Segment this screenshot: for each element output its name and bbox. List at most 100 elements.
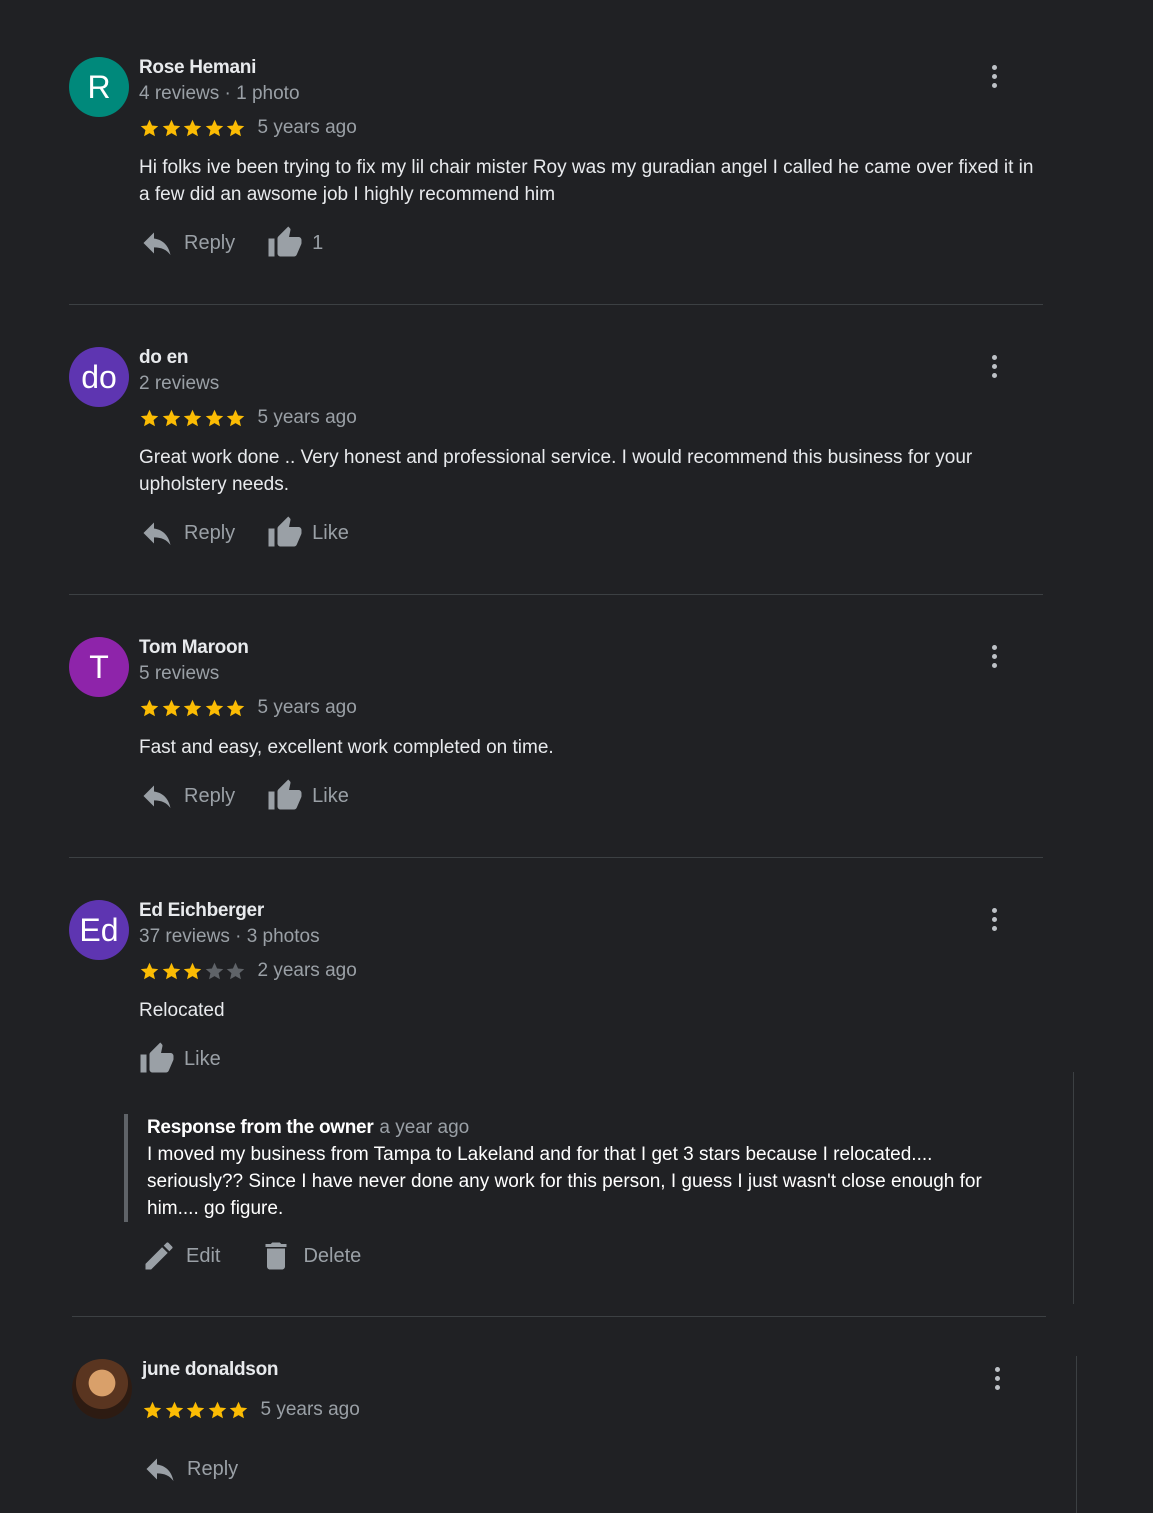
delete-label: Delete xyxy=(303,1244,362,1267)
reply-arrow-icon xyxy=(143,522,171,545)
star-rating xyxy=(139,118,247,139)
avatar[interactable]: T xyxy=(69,637,129,697)
reply-arrow-icon xyxy=(146,1458,174,1481)
reviewer-meta[interactable]: 4 reviews · 1 photo xyxy=(139,83,300,105)
thumbs-up-icon xyxy=(140,1042,174,1073)
scrollbar-track[interactable] xyxy=(1076,1356,1088,1513)
star-rating xyxy=(142,1400,250,1421)
like-count: 1 xyxy=(312,231,324,254)
more-options-button[interactable] xyxy=(983,61,1005,91)
reviewer-name[interactable]: Tom Maroon xyxy=(139,637,249,659)
reply-label: Reply xyxy=(184,231,236,254)
star-filled-icon xyxy=(162,119,180,136)
more-vert-icon xyxy=(991,644,997,650)
reviewer-name[interactable]: Ed Eichberger xyxy=(139,900,264,922)
review-date: 5 years ago xyxy=(257,407,357,428)
star-filled-icon xyxy=(226,119,245,136)
scrollbar-track[interactable] xyxy=(1073,1072,1085,1304)
reply-button[interactable]: Reply xyxy=(139,515,235,551)
like-button[interactable]: Like xyxy=(139,1041,221,1077)
star-rating xyxy=(139,698,247,719)
review-date: 2 years ago xyxy=(257,960,357,981)
rating-row: 5 years ago xyxy=(139,697,357,719)
review-card: june donaldson 5 years ago Reply xyxy=(72,1359,1046,1509)
review-text: Hi folks ive been trying to fix my lil c… xyxy=(139,157,1034,205)
like-label: Like xyxy=(184,1047,221,1070)
review-text: Relocated xyxy=(139,1000,225,1021)
rating-row: 5 years ago xyxy=(139,407,357,429)
star-filled-icon xyxy=(162,699,180,716)
avatar[interactable]: R xyxy=(69,57,129,117)
star-rating xyxy=(139,408,247,429)
more-vert-icon xyxy=(991,354,997,360)
star-filled-icon xyxy=(183,962,202,979)
star-filled-icon xyxy=(165,1401,183,1418)
star-filled-icon xyxy=(205,119,223,136)
star-rating xyxy=(139,961,247,982)
star-filled-icon xyxy=(140,962,159,979)
reply-button[interactable]: Reply xyxy=(139,225,235,261)
more-options-button[interactable] xyxy=(986,1363,1008,1393)
review-card: do do en 2 reviews 5 years ago Great wor… xyxy=(69,347,1043,577)
delete-button[interactable]: Delete xyxy=(258,1238,361,1274)
more-options-button[interactable] xyxy=(983,641,1005,671)
review-date: 5 years ago xyxy=(257,697,357,718)
edit-label: Edit xyxy=(186,1244,221,1267)
review-card: R Rose Hemani 4 reviews · 1 photo 5 year… xyxy=(69,57,1043,287)
owner-response: Response from the owner a year ago I move… xyxy=(124,1114,1007,1222)
rating-row: 5 years ago xyxy=(142,1399,360,1421)
reply-arrow-icon xyxy=(143,785,171,808)
like-button[interactable]: Like xyxy=(267,515,349,551)
reviewer-name[interactable]: june donaldson xyxy=(142,1359,278,1381)
more-vert-icon xyxy=(991,64,997,70)
review-card: T Tom Maroon 5 reviews 5 years ago Fast … xyxy=(69,637,1043,837)
reviewer-name[interactable]: Rose Hemani xyxy=(139,57,256,79)
star-filled-icon xyxy=(226,409,245,426)
owner-response-actions: Edit Delete xyxy=(141,1238,393,1274)
review-text: Fast and easy, excellent work completed … xyxy=(139,737,554,758)
star-filled-icon xyxy=(186,1401,205,1418)
review-date: 5 years ago xyxy=(260,1399,360,1420)
avatar[interactable]: do xyxy=(69,347,129,407)
star-filled-icon xyxy=(140,409,159,426)
divider xyxy=(69,857,1043,858)
trash-icon xyxy=(265,1242,287,1270)
thumbs-up-icon xyxy=(268,516,302,547)
rating-row: 5 years ago xyxy=(139,117,357,139)
more-options-button[interactable] xyxy=(983,904,1005,934)
reviewer-name[interactable]: do en xyxy=(139,347,188,369)
edit-button[interactable]: Edit xyxy=(141,1238,220,1274)
like-button[interactable]: 1 xyxy=(267,225,323,261)
star-filled-icon xyxy=(205,409,223,426)
reply-button[interactable]: Reply xyxy=(139,778,235,814)
reply-button[interactable]: Reply xyxy=(142,1451,238,1487)
star-filled-icon xyxy=(140,119,159,136)
reviewer-meta[interactable]: 5 reviews xyxy=(139,663,219,685)
divider xyxy=(69,304,1043,305)
reviewer-meta[interactable]: 2 reviews xyxy=(139,373,219,395)
more-vert-icon xyxy=(994,1366,1000,1372)
star-empty-icon xyxy=(226,962,245,979)
like-button[interactable]: Like xyxy=(267,778,349,814)
avatar-photo[interactable] xyxy=(72,1359,132,1419)
more-vert-icon xyxy=(991,907,997,913)
thumbs-up-icon xyxy=(268,779,302,810)
owner-response-title: Response from the owner xyxy=(147,1117,374,1138)
review-actions: Reply xyxy=(142,1451,270,1487)
star-filled-icon xyxy=(140,699,159,716)
review-date: 5 years ago xyxy=(257,117,357,138)
reviewer-meta[interactable]: 37 reviews · 3 photos xyxy=(139,926,320,948)
star-filled-icon xyxy=(162,962,180,979)
star-filled-icon xyxy=(183,409,202,426)
star-filled-icon xyxy=(229,1401,248,1418)
reply-arrow-icon xyxy=(143,232,171,255)
reply-label: Reply xyxy=(184,521,236,544)
avatar[interactable]: Ed xyxy=(69,900,129,960)
more-options-button[interactable] xyxy=(983,351,1005,381)
like-label: Like xyxy=(312,784,349,807)
owner-response-text: I moved my business from Tampa to Lakela… xyxy=(147,1144,982,1219)
star-filled-icon xyxy=(208,1401,226,1418)
star-filled-icon xyxy=(143,1401,162,1418)
thumbs-up-icon xyxy=(268,226,302,257)
review-actions: Reply 1 xyxy=(139,225,355,261)
